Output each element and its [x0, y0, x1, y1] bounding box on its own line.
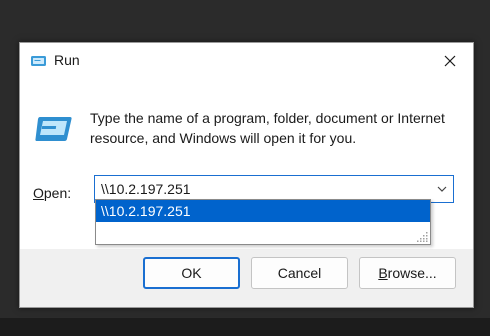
- chevron-down-icon[interactable]: [435, 182, 449, 196]
- cancel-button[interactable]: Cancel: [251, 257, 348, 289]
- autocomplete-dropdown: \\10.2.197.251: [95, 199, 431, 245]
- dialog-footer: OK Cancel Browse...: [20, 249, 473, 307]
- close-icon: [444, 55, 456, 67]
- run-icon: [35, 117, 72, 141]
- run-dialog: Run Type the name of a program, folder, …: [19, 42, 474, 308]
- browse-button[interactable]: Browse...: [359, 257, 456, 289]
- open-input[interactable]: [101, 179, 421, 199]
- browse-accelerator: B: [378, 265, 388, 281]
- resize-grip-icon[interactable]: [417, 231, 428, 242]
- run-app-icon: [31, 56, 46, 66]
- title-bar[interactable]: Run: [20, 43, 473, 79]
- open-label-text: pen:: [43, 185, 72, 201]
- dropdown-item-selected[interactable]: \\10.2.197.251: [96, 200, 430, 222]
- close-button[interactable]: [427, 43, 473, 79]
- browse-label: rowse...: [387, 265, 437, 281]
- prompt-description: Type the name of a program, folder, docu…: [90, 110, 445, 146]
- open-label: Open:: [33, 185, 71, 201]
- ok-button[interactable]: OK: [143, 257, 240, 289]
- open-label-accelerator: O: [33, 185, 44, 201]
- taskbar-edge: [0, 318, 490, 336]
- window-title: Run: [54, 52, 80, 68]
